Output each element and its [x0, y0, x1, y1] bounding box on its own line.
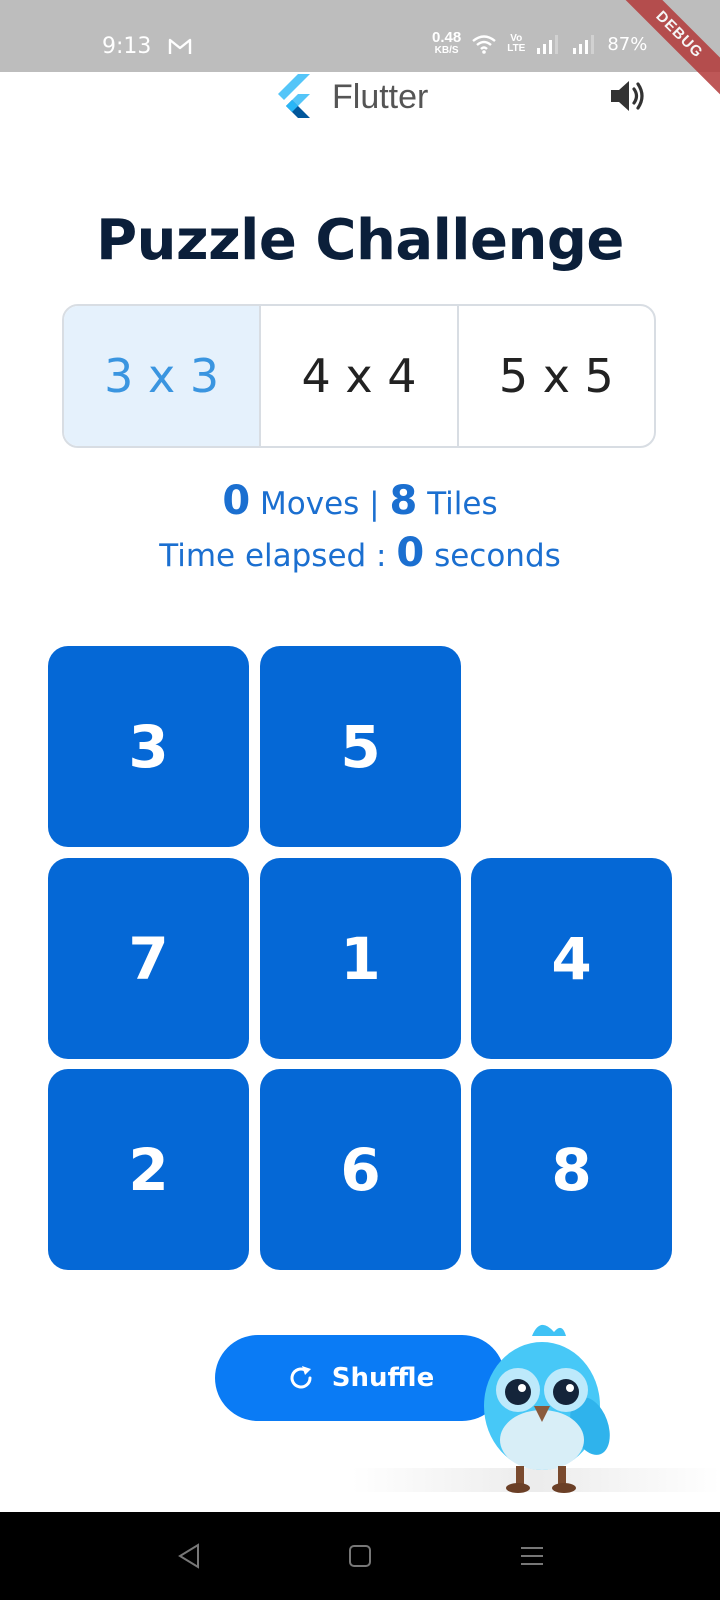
puzzle-tile[interactable]: 3 [48, 646, 249, 847]
size-option-3x3[interactable]: 3 x 3 [64, 306, 260, 446]
size-option-5x5[interactable]: 5 x 5 [456, 306, 654, 446]
battery-level: 87% [607, 33, 648, 55]
refresh-icon [290, 1366, 312, 1389]
back-icon[interactable] [176, 1542, 204, 1570]
puzzle-tile[interactable]: 8 [471, 1069, 672, 1270]
size-option-4x4[interactable]: 4 x 4 [259, 306, 456, 446]
flutter-logo-icon [278, 74, 310, 118]
page-title: Puzzle Challenge [96, 208, 624, 273]
moves-count: 0 [222, 478, 251, 524]
shuffle-label: Shuffle [331, 1363, 435, 1393]
signal-icon-sim1 [537, 35, 559, 54]
status-bar: 9:13 0.48 KB/S Vo LTE 87% DEBUG [0, 0, 720, 105]
gmail-icon [168, 38, 192, 54]
status-right-cluster: 0.48 KB/S Vo LTE 87% [432, 30, 647, 58]
puzzle-tile[interactable]: 4 [471, 858, 672, 1059]
home-icon[interactable] [346, 1542, 374, 1570]
volume-icon[interactable] [609, 78, 649, 114]
puzzle-tile[interactable]: 2 [48, 1069, 249, 1270]
moves-tiles-counter: 0 Moves | 8 Tiles [0, 478, 720, 524]
wifi-icon [472, 35, 496, 54]
time-value: 0 [396, 530, 425, 576]
menu-icon[interactable] [518, 1542, 546, 1570]
shuffle-button[interactable]: Shuffle [215, 1335, 505, 1421]
time-unit: seconds [434, 538, 561, 574]
volte-icon: Vo LTE [507, 33, 526, 54]
status-time: 9:13 [102, 34, 152, 59]
puzzle-tile[interactable]: 6 [260, 1069, 461, 1270]
puzzle-tile[interactable]: 7 [48, 858, 249, 1059]
network-speed: 0.48 KB/S [432, 29, 462, 56]
signal-icon-sim2 [573, 35, 595, 54]
puzzle-tile[interactable]: 5 [260, 646, 461, 847]
dash-mascot-image [484, 1324, 610, 1493]
time-label: Time elapsed : [159, 538, 387, 574]
time-elapsed: Time elapsed : 0 seconds [0, 530, 720, 576]
puzzle-tile[interactable]: 1 [260, 858, 461, 1059]
board-size-selector: 3 x 3 4 x 4 5 x 5 [62, 304, 656, 448]
app-name: Flutter [332, 78, 429, 116]
tiles-label: Tiles [427, 486, 498, 522]
tiles-count: 8 [389, 478, 418, 524]
puzzle-board: 3 5 7 1 4 2 6 8 [48, 646, 672, 1270]
moves-label: Moves | [260, 486, 380, 522]
